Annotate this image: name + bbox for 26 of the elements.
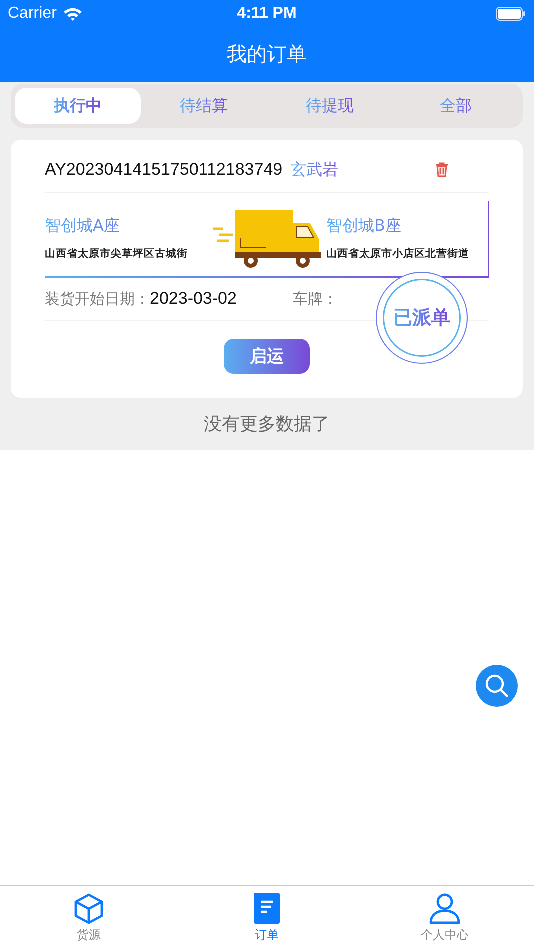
start-button[interactable]: 启运 [224,339,310,374]
plate-label: 车牌： [292,290,338,308]
battery-icon [496,6,526,20]
trash-icon[interactable] [435,162,449,178]
document-icon [254,892,280,924]
order-tab[interactable]: 待提现 [267,88,393,124]
order-tab[interactable]: 全部 [393,88,519,124]
order-tab[interactable]: 执行中 [15,88,141,124]
date-value: 2023-03-02 [150,289,237,309]
cargo-name: 玄武岩 [290,160,339,180]
page-title: 我的订单 [227,41,307,68]
clock-time: 4:11 PM [236,4,298,22]
truck-icon [212,208,320,270]
search-icon [484,673,510,699]
date-label: 装货开始日期： [45,290,150,308]
destination-address: 山西省太原市小店区北营街道 [326,247,470,261]
wifi-icon [62,6,83,20]
order-tab[interactable]: 待结算 [141,88,267,124]
person-icon [429,892,461,924]
carrier-name: Carrier [8,4,57,22]
search-button[interactable] [476,665,518,707]
status-stamp: 已派单 [376,272,468,364]
origin-address: 山西省太原市尖草坪区古城街 [45,247,189,261]
order-number: AY20230414151750112183749 [45,160,283,180]
list-end-text: 没有更多数据了 [204,414,330,435]
cube-icon [74,892,104,924]
